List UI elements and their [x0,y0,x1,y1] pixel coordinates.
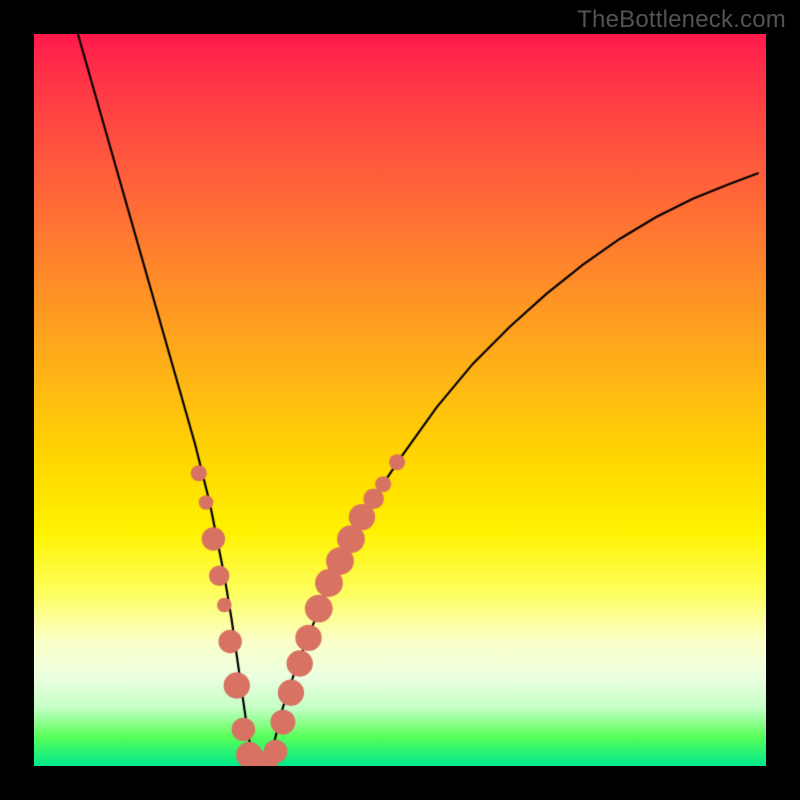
bottleneck-curve-canvas [34,34,766,766]
watermark-text: TheBottleneck.com [577,6,786,34]
chart-frame: TheBottleneck.com [0,0,800,800]
plot-area [34,34,766,766]
